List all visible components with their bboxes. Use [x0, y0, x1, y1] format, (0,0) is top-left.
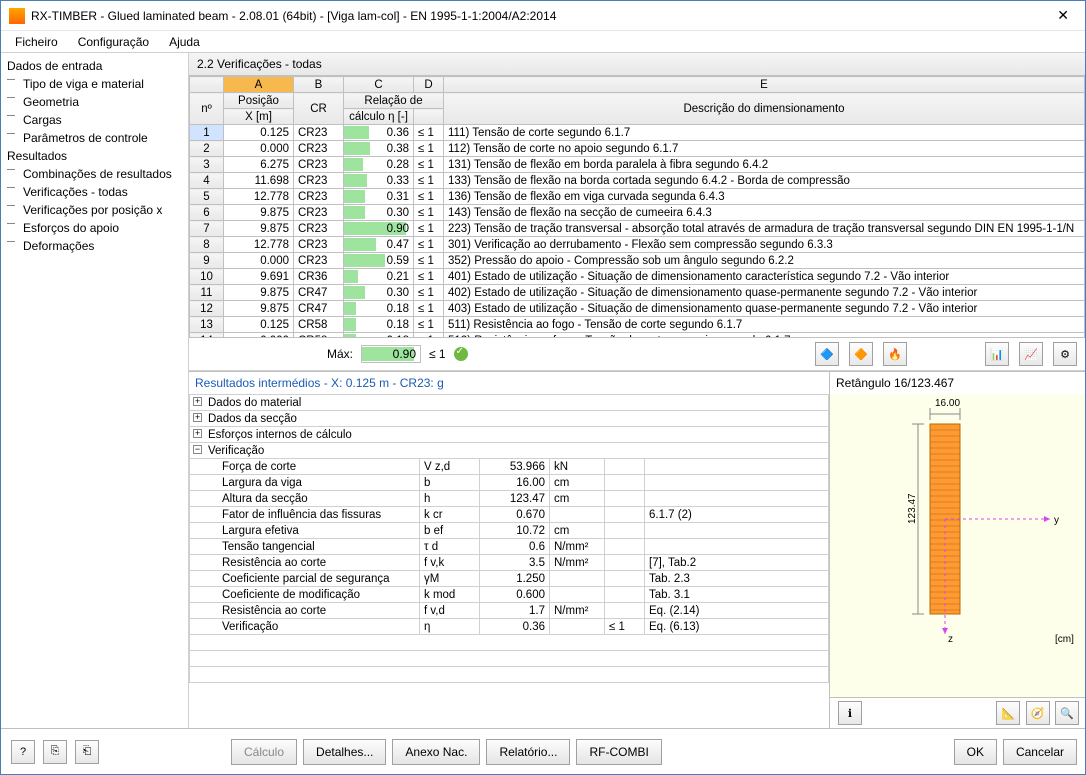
footer: ? ⎘ ⎗ Cálculo Detalhes... Anexo Nac. Rel…: [1, 728, 1085, 774]
svg-text:z: z: [948, 634, 953, 644]
intermediate-panel: Resultados intermédios - X: 0.125 m - CR…: [189, 372, 830, 728]
cross-btn-3[interactable]: 🔍: [1055, 701, 1079, 725]
window-title: RX-TIMBER - Glued laminated beam - 2.08.…: [31, 9, 1049, 23]
app-window: RX-TIMBER - Glued laminated beam - 2.08.…: [0, 0, 1086, 775]
menu-help[interactable]: Ajuda: [159, 33, 210, 51]
view-btn[interactable]: 📈: [1019, 342, 1043, 366]
rfcombi-button[interactable]: RF-COMBI: [576, 739, 661, 765]
cross-btn-2[interactable]: 🧭: [1026, 701, 1050, 725]
sidebar-item-input-1[interactable]: Geometria: [1, 93, 188, 111]
sidebar-results-header: Resultados: [1, 147, 188, 165]
filter-btn-3[interactable]: 🔥: [883, 342, 907, 366]
details-button[interactable]: Detalhes...: [303, 739, 386, 765]
cancel-button[interactable]: Cancelar: [1003, 739, 1077, 765]
titlebar: RX-TIMBER - Glued laminated beam - 2.08.…: [1, 1, 1085, 31]
table-row[interactable]: 69.875CR230.30≤ 1143) Tensão de flexão n…: [190, 205, 1085, 221]
settings-btn[interactable]: ⚙: [1053, 342, 1077, 366]
sidebar-inputs-header: Dados de entrada: [1, 57, 188, 75]
filter-btn-1[interactable]: 🔷: [815, 342, 839, 366]
menubar: Ficheiro Configuração Ajuda: [1, 31, 1085, 53]
tree-row[interactable]: Altura da secçãoh123.47cm: [190, 491, 829, 507]
close-icon[interactable]: ✕: [1049, 5, 1077, 26]
sidebar-item-input-3[interactable]: Parâmetros de controle: [1, 129, 188, 147]
export-icon[interactable]: ⎘: [43, 740, 67, 764]
annex-button[interactable]: Anexo Nac.: [392, 739, 480, 765]
results-grid[interactable]: ABCDE nºPosiçãoCRRelação deDescrição do …: [189, 76, 1085, 338]
max-row: Máx: 0.90 ≤ 1 🔷 🔶 🔥 📊 📈 ⚙: [189, 338, 1085, 371]
intermediate-title: Resultados intermédios - X: 0.125 m - CR…: [189, 372, 829, 394]
tree-row[interactable]: Fator de influência das fissurask cr0.67…: [190, 507, 829, 523]
tree-group[interactable]: −Verificação: [190, 443, 829, 459]
ok-icon: [454, 347, 468, 361]
tree-row[interactable]: Força de corteV z,d53.966kN: [190, 459, 829, 475]
max-label: Máx:: [327, 347, 353, 361]
tree-row[interactable]: Largura da vigab16.00cm: [190, 475, 829, 491]
app-icon: [9, 8, 25, 24]
panel-title: 2.2 Verificações - todas: [189, 53, 1085, 76]
svg-text:[cm]: [cm]: [1055, 634, 1074, 644]
sidebar-item-result-1[interactable]: Verificações - todas: [1, 183, 188, 201]
svg-text:16.00: 16.00: [935, 398, 960, 409]
menu-file[interactable]: Ficheiro: [5, 33, 68, 51]
table-row[interactable]: 36.275CR230.28≤ 1131) Tensão de flexão e…: [190, 157, 1085, 173]
calc-button[interactable]: Cálculo: [231, 739, 297, 765]
table-row[interactable]: 109.691CR360.21≤ 1401) Estado de utiliza…: [190, 269, 1085, 285]
tree-row[interactable]: Largura efetivab ef10.72cm: [190, 523, 829, 539]
table-row[interactable]: 10.125CR230.36≤ 1111) Tensão de corte se…: [190, 125, 1085, 141]
cross-section-title: Retângulo 16/123.467: [830, 372, 1085, 394]
sidebar-item-result-3[interactable]: Esforços do apoio: [1, 219, 188, 237]
table-row[interactable]: 411.698CR230.33≤ 1133) Tensão de flexão …: [190, 173, 1085, 189]
help-icon[interactable]: ?: [11, 740, 35, 764]
tree-row[interactable]: Coeficiente parcial de segurançaγM1.250T…: [190, 571, 829, 587]
table-row[interactable]: 90.000CR230.59≤ 1352) Pressão do apoio -…: [190, 253, 1085, 269]
sidebar: Dados de entrada Tipo de viga e material…: [1, 53, 189, 728]
filter-btn-2[interactable]: 🔶: [849, 342, 873, 366]
max-value: 0.90: [361, 345, 421, 363]
cross-btn-1[interactable]: 📐: [996, 701, 1020, 725]
table-row[interactable]: 119.875CR470.30≤ 1402) Estado de utiliza…: [190, 285, 1085, 301]
tree-row[interactable]: Resistência ao cortef v,d1.7N/mm²Eq. (2.…: [190, 603, 829, 619]
svg-text:y: y: [1054, 515, 1059, 526]
max-cond: ≤ 1: [429, 347, 446, 361]
menu-config[interactable]: Configuração: [68, 33, 159, 51]
cross-section-svg: 16.00 123.47 y z [cm]: [830, 394, 1085, 644]
sidebar-item-input-2[interactable]: Cargas: [1, 111, 188, 129]
report-button[interactable]: Relatório...: [486, 739, 570, 765]
tree-row[interactable]: Verificaçãoη0.36≤ 1Eq. (6.13): [190, 619, 829, 635]
sidebar-item-result-0[interactable]: Combinações de resultados: [1, 165, 188, 183]
tree-group[interactable]: +Dados da secção: [190, 411, 829, 427]
cross-section-canvas: 16.00 123.47 y z [cm]: [830, 394, 1085, 697]
sidebar-item-result-4[interactable]: Deformações: [1, 237, 188, 255]
main: 2.2 Verificações - todas ABCDE nºPosição…: [189, 53, 1085, 728]
table-row[interactable]: 512.778CR230.31≤ 1136) Tensão de flexão …: [190, 189, 1085, 205]
import-icon[interactable]: ⎗: [75, 740, 99, 764]
tree-row[interactable]: Coeficiente de modificaçãok mod0.600Tab.…: [190, 587, 829, 603]
table-row[interactable]: 20.000CR230.38≤ 1112) Tensão de corte no…: [190, 141, 1085, 157]
table-row[interactable]: 130.125CR580.18≤ 1511) Resistência ao fo…: [190, 317, 1085, 333]
intermediate-grid[interactable]: +Dados do material+Dados da secção+Esfor…: [189, 394, 829, 728]
tree-group[interactable]: +Dados do material: [190, 395, 829, 411]
table-row[interactable]: 129.875CR470.18≤ 1403) Estado de utiliza…: [190, 301, 1085, 317]
tree-row[interactable]: Resistência ao cortef v,k3.5N/mm²[7], Ta…: [190, 555, 829, 571]
info-icon[interactable]: ℹ: [838, 701, 862, 725]
sidebar-item-input-0[interactable]: Tipo de viga e material: [1, 75, 188, 93]
tree-row[interactable]: Tensão tangencialτ d0.6N/mm²: [190, 539, 829, 555]
ok-button[interactable]: OK: [954, 739, 997, 765]
table-row[interactable]: 812.778CR230.47≤ 1301) Verificação ao de…: [190, 237, 1085, 253]
cross-section-panel: Retângulo 16/123.467 16.00 123.47: [830, 372, 1085, 728]
graph-btn[interactable]: 📊: [985, 342, 1009, 366]
tree-group[interactable]: +Esforços internos de cálculo: [190, 427, 829, 443]
svg-text:123.47: 123.47: [907, 493, 918, 524]
sidebar-item-result-2[interactable]: Verificações por posição x: [1, 201, 188, 219]
table-row[interactable]: 79.875CR230.90≤ 1223) Tensão de tração t…: [190, 221, 1085, 237]
